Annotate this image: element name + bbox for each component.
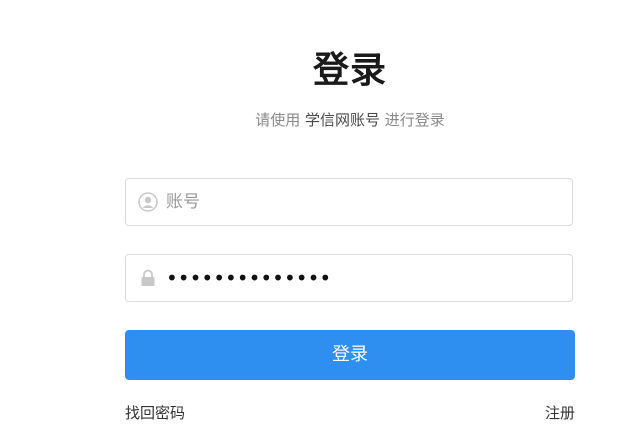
subtitle-account-name: 学信网账号 [304,111,380,129]
page-title: 登录 [312,50,387,91]
register-link[interactable]: 注册 [545,403,575,423]
username-input[interactable] [166,179,556,225]
subtitle-suffix: 进行登录 [384,111,445,129]
password-input[interactable] [166,255,556,301]
lock-icon [138,268,158,288]
username-field[interactable] [125,178,573,226]
password-field[interactable] [125,254,573,302]
forgot-password-link[interactable]: 找回密码 [125,403,185,423]
login-subtitle: 请使用 学信网账号 进行登录 [0,109,628,131]
login-button[interactable]: 登录 [125,330,575,380]
user-icon [138,192,158,212]
subtitle-prefix: 请使用 [255,111,301,129]
